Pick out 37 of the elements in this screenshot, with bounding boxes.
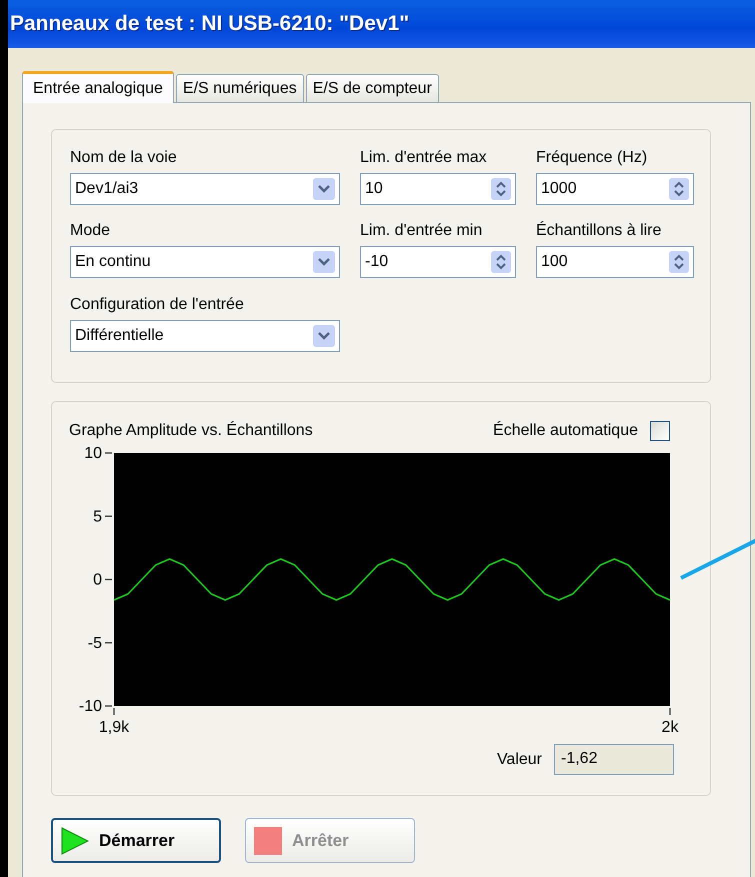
dropdown[interactable]: En continu xyxy=(70,246,340,278)
spinner-icon xyxy=(491,178,511,200)
numeric-field[interactable]: -10 xyxy=(360,246,516,278)
checkbox[interactable] xyxy=(650,421,670,441)
checkbox-label: Échelle automatique xyxy=(493,422,638,440)
axis-tick-label: 1,9k xyxy=(98,719,130,736)
spinner-icon xyxy=(491,251,511,274)
graph-title: Graphe Amplitude vs. Échantillons xyxy=(69,422,313,440)
stop-icon xyxy=(254,826,282,854)
axis-tick-label: 5 xyxy=(93,508,102,526)
field-label: Mode xyxy=(70,221,112,242)
spinner-icon xyxy=(669,251,689,274)
field-label: Lim. d'entrée min xyxy=(360,221,484,242)
axis-tick-label: 0 xyxy=(93,572,102,588)
start-button[interactable]: Démarrer xyxy=(51,818,221,863)
readout-value: -1,62 xyxy=(554,744,674,775)
axis-tick-label: -10 xyxy=(78,698,102,715)
tab[interactable]: E/S numériques xyxy=(176,74,304,102)
tab[interactable]: E/S de compteur xyxy=(306,74,439,102)
tab[interactable]: Entrée analogique xyxy=(22,71,174,103)
numeric-field[interactable]: 10 xyxy=(360,173,516,205)
field-label: Échantillons à lire xyxy=(536,221,662,242)
axis-tick-label: 2k xyxy=(662,719,678,736)
numeric-field[interactable]: 1000 xyxy=(536,173,694,205)
spinner-icon xyxy=(669,178,689,200)
readout-label: Valeur xyxy=(496,750,542,768)
dropdown[interactable]: Différentielle xyxy=(70,320,340,352)
dropdown[interactable]: Dev1/ai3 xyxy=(70,173,340,205)
play-icon xyxy=(61,826,89,854)
axis-tick-label: -5 xyxy=(88,634,102,652)
window-title: Panneaux de test : NI USB-6210: "Dev1" xyxy=(10,12,410,36)
field-label: Nom de la voie xyxy=(70,148,178,168)
field-label: Configuration de l'entrée xyxy=(70,294,245,315)
field-label: Fréquence (Hz) xyxy=(536,148,648,168)
axis-tick-label: 10 xyxy=(84,446,102,462)
field-label: Lim. d'entrée max xyxy=(360,148,488,168)
numeric-field[interactable]: 100 xyxy=(536,246,694,278)
